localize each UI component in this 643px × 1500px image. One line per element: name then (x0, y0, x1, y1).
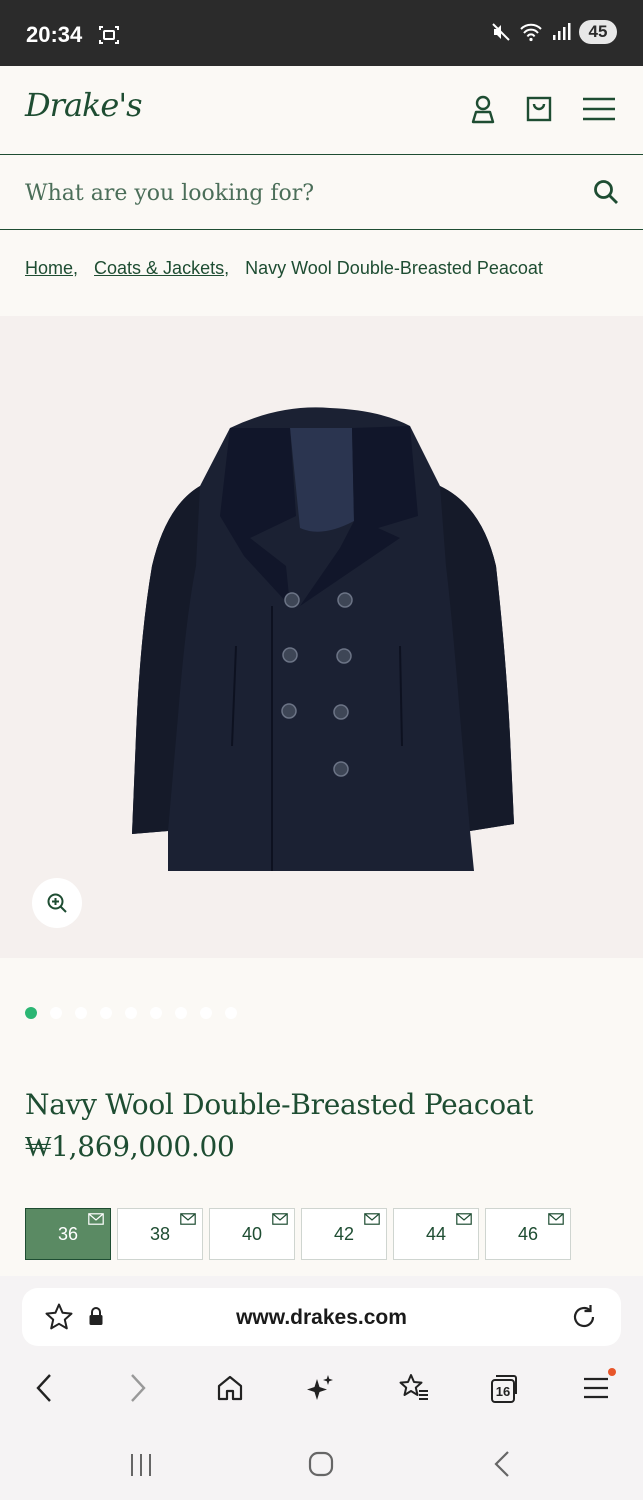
back-button[interactable] (24, 1368, 64, 1408)
search-bar (0, 155, 643, 230)
zoom-in-icon (47, 893, 67, 913)
carousel-dot[interactable] (200, 1007, 212, 1019)
system-navigation (0, 1444, 643, 1484)
breadcrumb: Home, Coats & Jackets, Navy Wool Double-Br… (25, 258, 543, 279)
shopping-bag-icon[interactable] (524, 94, 554, 124)
home-button[interactable] (210, 1368, 250, 1408)
bookmarks-button[interactable] (394, 1368, 434, 1408)
size-option-46[interactable]: 46 (485, 1208, 571, 1260)
chevron-left-icon (36, 1374, 51, 1402)
carousel-dot[interactable] (75, 1007, 87, 1019)
size-option-40[interactable]: 40 (209, 1208, 295, 1260)
tab-count: 16 (496, 1384, 510, 1399)
carousel-dot[interactable] (125, 1007, 137, 1019)
breadcrumb-home[interactable]: Home (25, 258, 73, 278)
envelope-icon (456, 1213, 472, 1225)
size-option-38[interactable]: 38 (117, 1208, 203, 1260)
product-image[interactable] (0, 316, 643, 958)
carousel-dot[interactable] (25, 1007, 37, 1019)
size-label: 36 (57, 1223, 79, 1244)
ai-assistant-button[interactable] (300, 1368, 340, 1408)
breadcrumb-current: Navy Wool Double-Breasted Peacoat (245, 258, 543, 278)
size-label: 42 (333, 1223, 355, 1244)
back-nav-icon[interactable] (490, 1450, 514, 1478)
signal-icon (553, 23, 571, 40)
search-icon[interactable] (593, 179, 619, 205)
carousel-dot[interactable] (225, 1007, 237, 1019)
product-price: ₩1,869,000.00 (25, 1130, 235, 1163)
brand-logo[interactable]: Drake's (25, 86, 143, 124)
envelope-icon (180, 1213, 196, 1225)
product-title: Navy Wool Double-Breasted Peacoat (25, 1088, 534, 1121)
battery-indicator: 45 (579, 20, 617, 44)
carousel-dot[interactable] (100, 1007, 112, 1019)
envelope-icon (548, 1213, 564, 1225)
size-label: 46 (517, 1223, 539, 1244)
breadcrumb-separator: , (224, 258, 230, 278)
tabs-icon: 16 (491, 1375, 517, 1403)
site-header: Drake's (0, 66, 643, 155)
url-text: www.drakes.com (236, 1306, 407, 1329)
home-nav-icon[interactable] (307, 1450, 335, 1478)
search-input[interactable] (25, 173, 565, 213)
size-option-36[interactable]: 36 (25, 1208, 111, 1260)
tabs-button[interactable]: 16 (484, 1368, 524, 1408)
size-selector: 36 38 40 42 44 46 (25, 1208, 571, 1260)
zoom-button[interactable] (32, 878, 82, 928)
status-time: 20:34 (26, 22, 83, 47)
envelope-icon (272, 1213, 288, 1225)
forward-button[interactable] (118, 1368, 158, 1408)
browser-toolbar: www.drakes.com 16 (0, 1276, 643, 1500)
account-icon[interactable] (468, 94, 498, 124)
home-icon (217, 1375, 243, 1401)
recent-apps-icon[interactable] (128, 1452, 154, 1478)
breadcrumb-coats-jackets[interactable]: Coats & Jackets (94, 258, 224, 278)
carousel-dot[interactable] (150, 1007, 162, 1019)
size-label: 44 (425, 1223, 447, 1244)
peacoat-image (132, 407, 514, 871)
menu-icon[interactable] (582, 94, 616, 124)
chevron-right-icon (131, 1374, 146, 1402)
address-bar[interactable]: www.drakes.com (22, 1288, 621, 1346)
mute-icon (492, 23, 510, 41)
browser-menu-button[interactable] (576, 1368, 616, 1408)
breadcrumb-separator: , (73, 258, 79, 278)
menu-icon (584, 1368, 616, 1399)
reload-icon[interactable] (569, 1302, 599, 1332)
image-carousel-dots (25, 1007, 237, 1019)
size-label: 38 (149, 1223, 171, 1244)
bookmarks-list-icon (399, 1374, 428, 1400)
wifi-icon (520, 23, 542, 42)
envelope-icon (364, 1213, 380, 1225)
size-label: 40 (241, 1223, 263, 1244)
status-bar: 20:34 45 (0, 0, 643, 66)
screenshot-icon (99, 26, 119, 44)
carousel-dot[interactable] (50, 1007, 62, 1019)
envelope-icon (88, 1213, 104, 1225)
size-option-42[interactable]: 42 (301, 1208, 387, 1260)
browser-nav-row: 16 (0, 1368, 643, 1408)
size-option-44[interactable]: 44 (393, 1208, 479, 1260)
carousel-dot[interactable] (175, 1007, 187, 1019)
sparkle-icon (307, 1375, 333, 1400)
